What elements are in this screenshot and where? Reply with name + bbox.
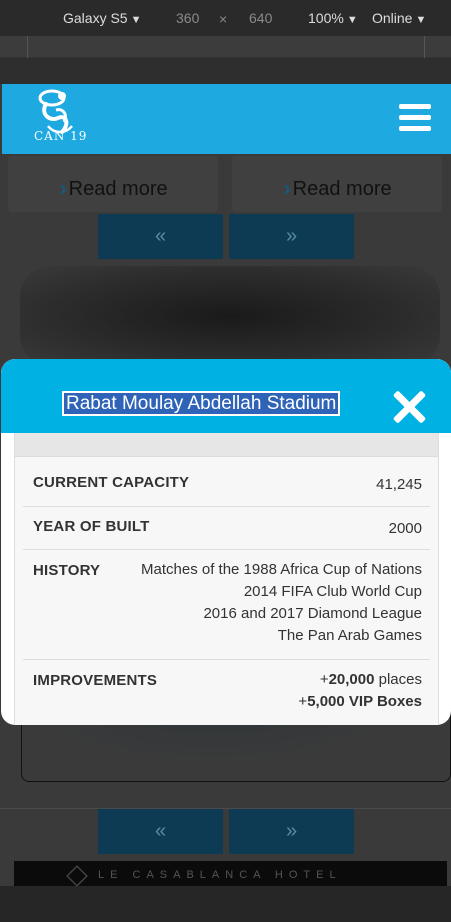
site-header: CAN 19	[2, 84, 451, 154]
improvement-item: +20,000 places	[298, 669, 422, 691]
prev-button[interactable]: «	[98, 809, 223, 854]
row-label: IMPROVEMENTS	[33, 672, 158, 689]
modal-body-header	[15, 433, 438, 457]
spacer	[0, 58, 451, 84]
history-item: 2014 FIFA Club World Cup	[243, 583, 422, 600]
hotel-logo-icon	[66, 865, 88, 886]
width-input[interactable]: 360	[176, 10, 199, 26]
bottom-bar	[0, 886, 451, 922]
history-item: 2016 and 2017 Diamond League	[203, 605, 422, 622]
next-button[interactable]: »	[229, 214, 354, 259]
read-more-link[interactable]: › Read more	[284, 178, 392, 201]
info-row-year: YEAR OF BUILT 2000	[23, 507, 430, 550]
hamburger-menu-icon[interactable]	[399, 104, 431, 132]
modal-body: CURRENT CAPACITY 41,245 YEAR OF BUILT 20…	[14, 433, 439, 725]
prev-button[interactable]: «	[98, 214, 223, 259]
improvements-list: +20,000 places +5,000 VIP Boxes	[298, 669, 422, 713]
hotel-banner-text: LE CASABLANCA HOTEL	[98, 869, 342, 881]
history-item: The Pan Arab Games	[277, 627, 422, 644]
close-icon[interactable]	[389, 387, 429, 427]
divider	[424, 36, 425, 58]
network-value: Online	[372, 10, 413, 26]
row-value: 41,245	[376, 476, 422, 493]
improvement-amount: 20,000	[328, 671, 375, 688]
history-list: Matches of the 1988 Africa Cup of Nation…	[141, 559, 422, 647]
modal-header: Rabat Moulay Abdellah Stadium	[1, 359, 451, 433]
improvement-item: +5,000 VIP Boxes	[298, 691, 422, 713]
logo-text: CAN 19	[34, 129, 88, 143]
improvement-prefix: +	[319, 671, 329, 688]
row-value: 2000	[388, 520, 422, 537]
image-placeholder	[20, 266, 440, 366]
times-icon: ×	[219, 11, 228, 27]
read-more-label: Read more	[292, 178, 392, 200]
stadium-modal: Rabat Moulay Abdellah Stadium CURRENT CA…	[1, 359, 451, 725]
network-select[interactable]: Online ▼	[372, 10, 426, 26]
divider	[0, 808, 451, 809]
device-select[interactable]: Galaxy S5 ▼	[63, 10, 141, 26]
info-row-capacity: CURRENT CAPACITY 41,245	[23, 457, 430, 507]
improvement-prefix: +	[298, 693, 308, 710]
history-item: Matches of the 1988 Africa Cup of Nation…	[141, 561, 422, 578]
chevron-right-icon: ›	[284, 178, 291, 200]
device-toolbar: Galaxy S5 ▼ 360 × 640 100% ▼ Online ▼	[0, 0, 451, 36]
row-label: YEAR OF BUILT	[33, 518, 150, 535]
row-label: CURRENT CAPACITY	[33, 474, 190, 491]
row-label: HISTORY	[33, 562, 101, 579]
height-input[interactable]: 640	[249, 10, 272, 26]
improvement-unit: places	[374, 671, 422, 688]
improvement-amount: 5,000 VIP Boxes	[307, 693, 422, 710]
modal-title: Rabat Moulay Abdellah Stadium	[62, 391, 341, 416]
info-row-history: HISTORY Matches of the 1988 Africa Cup o…	[23, 550, 430, 660]
divider	[27, 36, 28, 58]
hotel-banner[interactable]: LE CASABLANCA HOTEL	[14, 861, 447, 886]
chevron-down-icon: ▼	[415, 14, 427, 26]
device-name: Galaxy S5	[63, 10, 128, 26]
read-more-card[interactable]: › Read more	[232, 156, 442, 212]
top-strip	[0, 36, 451, 58]
read-more-label: Read more	[68, 178, 168, 200]
read-more-card[interactable]: › Read more	[8, 156, 218, 212]
read-more-link[interactable]: › Read more	[60, 178, 168, 201]
chevron-right-icon: ›	[60, 178, 67, 200]
next-button[interactable]: »	[229, 809, 354, 854]
info-row-improvements: IMPROVEMENTS +20,000 places +5,000 VIP B…	[23, 660, 430, 722]
zoom-select[interactable]: 100% ▼	[308, 10, 358, 26]
zoom-value: 100%	[308, 10, 344, 26]
chevron-down-icon: ▼	[130, 14, 142, 26]
chevron-down-icon: ▼	[346, 14, 358, 26]
